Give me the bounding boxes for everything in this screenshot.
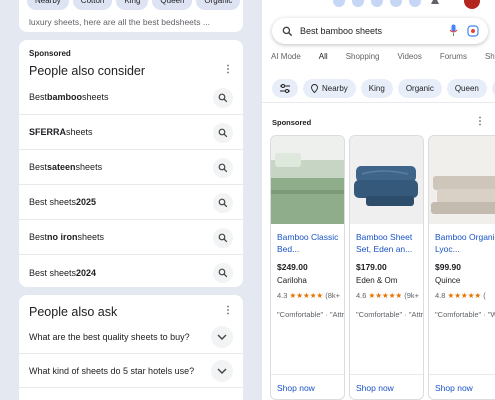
star-rating-icon: ★★★★★ bbox=[447, 291, 482, 300]
search-icon[interactable] bbox=[213, 193, 233, 213]
tune-icon bbox=[280, 84, 290, 93]
tab-shopping[interactable]: Shopping bbox=[337, 52, 389, 66]
tab-short-videos[interactable]: Short videos bbox=[476, 52, 495, 66]
microphone-icon[interactable] bbox=[449, 24, 458, 37]
product-review-snippet: "Comfortable" · "Attractive" · bbox=[356, 310, 424, 319]
product-rating: 4.6 ★★★★★ (9k+ bbox=[356, 291, 420, 300]
filter-chip-row: Nearby King Organic Queen U bbox=[272, 79, 495, 98]
top-result-card: Nearby Cotton King Queen Organic luxury … bbox=[19, 0, 243, 32]
chip-cotton[interactable]: Cotton bbox=[72, 0, 113, 10]
tab-forums[interactable]: Forums bbox=[431, 52, 476, 66]
product-image-sheet-stack bbox=[429, 136, 495, 224]
consider-item[interactable]: Best no iron sheets bbox=[19, 220, 243, 255]
product-image-bedding bbox=[271, 136, 344, 224]
location-pin-icon bbox=[311, 84, 318, 93]
consider-item[interactable]: Best bamboo sheets bbox=[19, 80, 243, 115]
search-icon[interactable] bbox=[213, 88, 233, 108]
product-carousel: Bamboo Classic Bed... $249.00 Cariloha 4… bbox=[270, 135, 495, 400]
product-review-snippet: "Comfortable" · "Well made" · bbox=[435, 310, 495, 319]
more-options-icon[interactable]: ⋮ bbox=[223, 305, 233, 316]
star-rating-icon: ★★★★★ bbox=[289, 291, 324, 300]
consider-item[interactable]: Best sateen sheets bbox=[19, 150, 243, 185]
tab-videos[interactable]: Videos bbox=[389, 52, 431, 66]
search-icon[interactable] bbox=[213, 123, 233, 143]
tab-ai-mode[interactable]: AI Mode bbox=[262, 52, 310, 66]
consider-item[interactable]: SFERRA sheets bbox=[19, 115, 243, 150]
people-also-ask-card: People also ask ⋮ What are the best qual… bbox=[19, 295, 243, 400]
consider-item[interactable]: Best sheets 2025 bbox=[19, 185, 243, 220]
chevron-down-icon[interactable] bbox=[211, 360, 233, 382]
top-chip-row: Nearby Cotton King Queen Organic bbox=[27, 0, 241, 10]
search-icon[interactable] bbox=[213, 263, 233, 283]
ask-question[interactable]: What kind of sheets do 5 star hotels use… bbox=[19, 354, 243, 388]
search-query: Best bamboo sheets bbox=[300, 26, 383, 36]
right-results-panel: Best bamboo sheets AI Mode All Shopping … bbox=[262, 0, 495, 400]
search-icon bbox=[282, 26, 293, 36]
chip-organic[interactable]: Organic bbox=[196, 0, 241, 10]
google-logo-icon bbox=[333, 0, 480, 9]
product-store: Quince bbox=[435, 276, 461, 285]
product-store: Eden & Om bbox=[356, 276, 398, 285]
chevron-down-icon[interactable] bbox=[211, 326, 233, 348]
product-title[interactable]: Bamboo Sheet Set, Eden an... bbox=[356, 231, 422, 255]
search-input[interactable]: Best bamboo sheets bbox=[272, 18, 488, 44]
product-image-folded-sheets bbox=[350, 136, 423, 224]
product-card[interactable]: Bamboo Organic Lyoc... $99.90 Quince 4.8… bbox=[428, 135, 495, 400]
people-also-consider-title: People also consider bbox=[29, 64, 146, 78]
people-also-ask-title: People also ask bbox=[29, 305, 118, 319]
tab-all[interactable]: All bbox=[310, 52, 337, 66]
product-store: Cariloha bbox=[277, 276, 307, 285]
chip-queen[interactable]: Queen bbox=[152, 0, 193, 10]
sponsored-label: Sponsored bbox=[272, 118, 312, 127]
people-also-consider-card: Sponsored People also consider ⋮ Best ba… bbox=[19, 40, 243, 287]
consider-item[interactable]: Best sheets 2024 bbox=[19, 255, 243, 290]
shop-now-button[interactable]: Shop now bbox=[271, 374, 344, 399]
shop-now-button[interactable]: Shop now bbox=[350, 374, 423, 399]
sponsored-products-section: Sponsored ⋮ Bamboo Classic Bed... $249.0… bbox=[262, 110, 495, 400]
consider-list: Best bamboo sheets SFERRA sheets Best sa… bbox=[19, 80, 243, 290]
product-rating: 4.8 ★★★★★ ( bbox=[435, 291, 486, 300]
search-header: Best bamboo sheets AI Mode All Shopping … bbox=[262, 0, 495, 103]
result-snippet: luxury sheets, here are all the best bed… bbox=[29, 17, 210, 27]
bell-icon bbox=[431, 0, 439, 4]
product-card[interactable]: Bamboo Sheet Set, Eden an... $179.00 Ede… bbox=[349, 135, 424, 400]
filter-king[interactable]: King bbox=[360, 79, 393, 98]
filter-settings-chip[interactable] bbox=[272, 79, 298, 98]
product-card[interactable]: Bamboo Classic Bed... $249.00 Cariloha 4… bbox=[270, 135, 345, 400]
product-price: $249.00 bbox=[277, 262, 308, 272]
lens-camera-icon[interactable] bbox=[467, 25, 479, 37]
product-title[interactable]: Bamboo Organic Lyoc... bbox=[435, 231, 495, 255]
filter-organic[interactable]: Organic bbox=[397, 79, 442, 98]
sponsored-label: Sponsored bbox=[29, 49, 71, 58]
more-options-icon[interactable]: ⋮ bbox=[223, 64, 233, 75]
product-title[interactable]: Bamboo Classic Bed... bbox=[277, 231, 343, 255]
chip-nearby[interactable]: Nearby bbox=[27, 0, 69, 10]
top-icon-row bbox=[262, 0, 495, 10]
product-review-snippet: "Comfortable" · "Attractive" · bbox=[277, 310, 345, 319]
product-price: $179.00 bbox=[356, 262, 387, 272]
search-icon[interactable] bbox=[213, 158, 233, 178]
filter-nearby[interactable]: Nearby bbox=[303, 79, 356, 98]
product-price: $99.90 bbox=[435, 262, 461, 272]
search-icon[interactable] bbox=[213, 228, 233, 248]
shop-now-button[interactable]: Shop now bbox=[429, 374, 495, 399]
more-options-icon[interactable]: ⋮ bbox=[475, 116, 485, 127]
chip-king[interactable]: King bbox=[116, 0, 149, 10]
left-results-panel: Nearby Cotton King Queen Organic luxury … bbox=[19, 0, 243, 400]
product-rating: 4.3 ★★★★★ (8k+ bbox=[277, 291, 341, 300]
filter-queen[interactable]: Queen bbox=[446, 79, 487, 98]
ask-question[interactable]: What are the best quality sheets to buy? bbox=[19, 320, 243, 354]
star-rating-icon: ★★★★★ bbox=[368, 291, 403, 300]
search-tabs: AI Mode All Shopping Videos Forums Short… bbox=[262, 52, 495, 66]
